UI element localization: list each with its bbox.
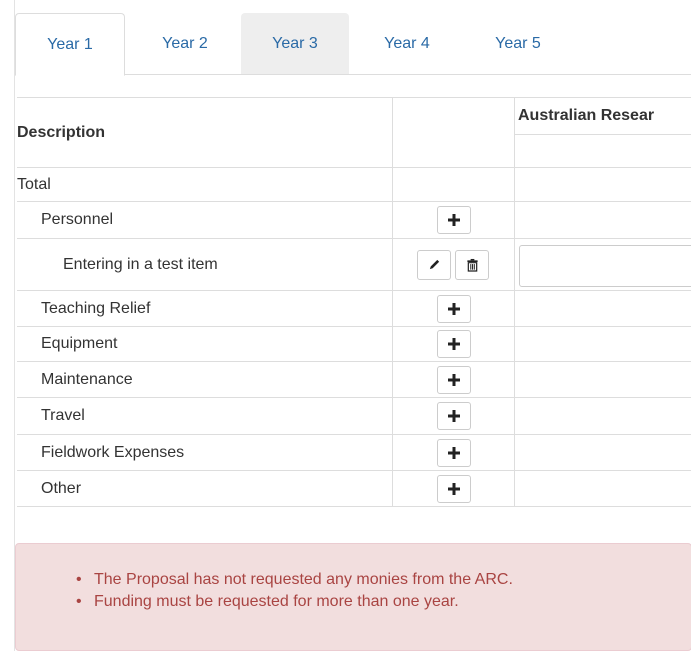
row-label-cell: Total	[17, 168, 392, 201]
row-actions-cell	[392, 202, 514, 238]
row-label-cell: Entering in a test item	[17, 239, 392, 290]
table-header-row: Description Australian Resear	[17, 98, 691, 168]
tab-year-5[interactable]: Year 5	[469, 13, 567, 75]
row-label-cell: Personnel	[17, 202, 392, 238]
description-header-cell: Description	[17, 98, 392, 167]
row-label-cell: Equipment	[17, 327, 392, 361]
row-actions-cell	[392, 471, 514, 506]
year-tabs: Year 1 Year 2 Year 3 Year 4 Year 5	[15, 13, 691, 76]
table-row: Teaching Relief	[17, 291, 691, 327]
description-header: Description	[17, 124, 106, 141]
row-amount-cell	[514, 435, 691, 470]
row-amount-cell	[514, 239, 691, 290]
plus-icon	[448, 410, 460, 422]
plus-icon	[448, 446, 460, 459]
row-amount-cell	[514, 168, 691, 201]
plus-icon	[448, 214, 460, 226]
tab-year-2[interactable]: Year 2	[137, 13, 233, 75]
table-row: Total	[17, 168, 691, 202]
bullet: •	[76, 571, 82, 588]
budget-panel: Year 1 Year 2 Year 3 Year 4 Year 5 Descr…	[14, 0, 691, 651]
row-amount-cell	[514, 291, 691, 326]
table-row: Maintenance	[17, 362, 691, 398]
row-label-travel: Travel	[41, 407, 85, 424]
plus-icon	[448, 482, 460, 495]
row-label-cell: Maintenance	[17, 362, 392, 397]
edit-item-button[interactable]	[417, 249, 451, 280]
row-actions-cell	[392, 435, 514, 470]
row-label-equipment: Equipment	[41, 335, 118, 352]
add-travel-button[interactable]	[437, 402, 471, 430]
row-label-test-item: Entering in a test item	[63, 255, 218, 273]
tab-year-1[interactable]: Year 1	[15, 13, 125, 76]
validation-alert: • The Proposal has not requested any mon…	[15, 543, 691, 651]
table-row: Entering in a test item	[17, 239, 691, 291]
row-label-fieldwork-expenses: Fieldwork Expenses	[41, 443, 185, 461]
table-row: Fieldwork Expenses	[17, 435, 691, 471]
alert-list: • The Proposal has not requested any mon…	[76, 569, 513, 613]
row-label-cell: Other	[17, 471, 392, 506]
row-label-maintenance: Maintenance	[41, 370, 133, 388]
row-actions-cell	[392, 327, 514, 361]
tab-year-4[interactable]: Year 4	[357, 13, 457, 75]
row-label-personnel: Personnel	[41, 211, 114, 228]
alert-message: • Funding must be requested for more tha…	[76, 591, 513, 613]
row-label-teaching-relief: Teaching Relief	[41, 299, 151, 317]
bullet: •	[76, 593, 82, 610]
alert-message: • The Proposal has not requested any mon…	[76, 569, 513, 591]
row-label-total: Total	[17, 175, 51, 193]
row-actions-cell	[392, 291, 514, 326]
row-actions-cell	[392, 239, 514, 290]
actions-header-cell	[392, 98, 514, 167]
table-row: Personnel	[17, 202, 691, 239]
table-row: Travel	[17, 398, 691, 435]
table-row: Other	[17, 471, 691, 507]
funder-header: Australian Resear	[518, 107, 655, 124]
add-other-button[interactable]	[437, 474, 471, 503]
row-amount-cell	[514, 202, 691, 238]
delete-item-button[interactable]	[455, 249, 489, 280]
row-amount-cell	[514, 398, 691, 434]
add-fieldwork-expenses-button[interactable]	[437, 438, 471, 467]
alert-message-text: Funding must be requested for more than …	[94, 593, 459, 610]
row-actions-cell	[392, 398, 514, 434]
add-equipment-button[interactable]	[437, 330, 471, 358]
add-personnel-button[interactable]	[437, 206, 471, 234]
table-row: Equipment	[17, 327, 691, 362]
row-amount-cell	[514, 327, 691, 361]
trash-icon	[466, 258, 478, 272]
add-maintenance-button[interactable]	[437, 365, 471, 394]
row-label-cell: Teaching Relief	[17, 291, 392, 326]
budget-table: Description Australian Resear Total Pers…	[17, 97, 691, 507]
plus-icon	[448, 302, 460, 315]
row-label-cell: Travel	[17, 398, 392, 434]
row-actions-cell	[392, 362, 514, 397]
pencil-icon	[429, 259, 439, 270]
add-teaching-relief-button[interactable]	[437, 294, 471, 323]
plus-icon	[448, 338, 460, 350]
amount-input[interactable]	[519, 245, 691, 287]
funder-subheader	[515, 134, 691, 166]
row-actions-cell	[392, 168, 514, 201]
tab-year-3[interactable]: Year 3	[241, 13, 349, 74]
row-label-cell: Fieldwork Expenses	[17, 435, 392, 470]
row-amount-cell	[514, 471, 691, 506]
funder-header-cell: Australian Resear	[514, 98, 691, 167]
plus-icon	[448, 373, 460, 386]
row-amount-cell	[514, 362, 691, 397]
alert-message-text: The Proposal has not requested any monie…	[94, 571, 513, 588]
row-label-other: Other	[41, 479, 82, 497]
